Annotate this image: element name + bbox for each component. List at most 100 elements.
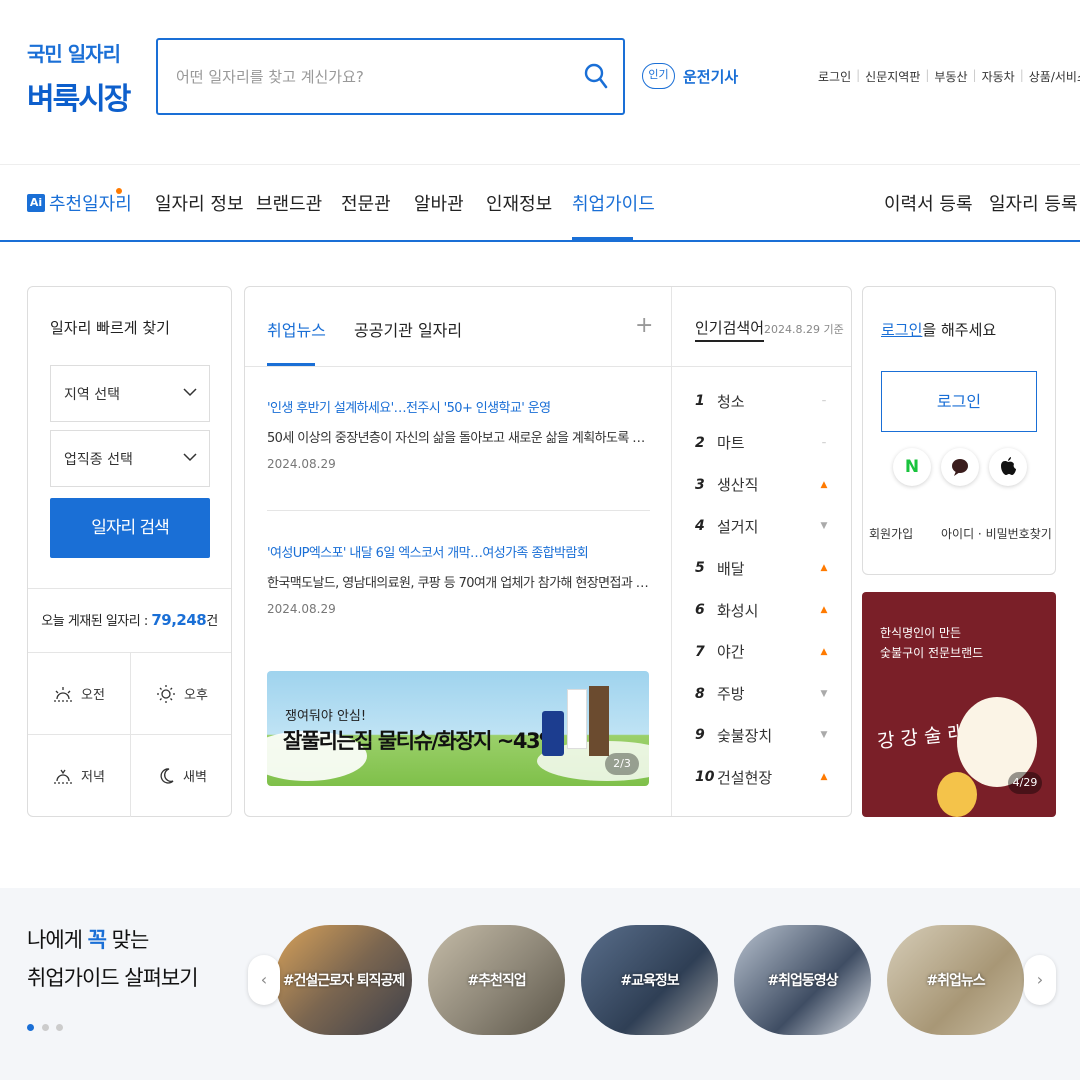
guide-card-news[interactable]: #취업뉴스 [887, 925, 1024, 1035]
time-afternoon[interactable]: 오후 [131, 653, 233, 734]
search-input[interactable] [176, 62, 576, 92]
ranking-item[interactable]: 4 설거지 ▼ [695, 508, 830, 544]
ranking-item[interactable]: 8 주방 ▼ [695, 676, 830, 712]
trend-down-icon: ▼ [820, 688, 828, 699]
guide-card-retirement[interactable]: #건설근로자 퇴직공제 [275, 925, 412, 1035]
ranking-keyword: 청소 [717, 392, 745, 411]
ranking-item[interactable]: 9 숯불장치 ▼ [695, 717, 830, 753]
ranking-item[interactable]: 10 건설현장 ▲ [695, 759, 830, 795]
search-icon [584, 63, 608, 89]
category-select-label: 업직종 선택 [64, 452, 133, 468]
carousel-prev-button[interactable]: ‹ [248, 955, 280, 1005]
news-date: 2024.08.29 [267, 602, 336, 616]
banner-line-1: 쟁여둬야 안심! [285, 709, 367, 724]
sunrise-icon [54, 686, 73, 702]
promo-banner[interactable]: 쟁여둬야 안심! 잘풀리는집 물티슈/화장지 ~43% 2/3 [267, 671, 649, 786]
nav-item-special[interactable]: 전문관 [341, 190, 391, 216]
nav-item-guide[interactable]: 취업가이드 [572, 190, 655, 216]
ranking-keyword: 마트 [717, 434, 745, 453]
time-morning[interactable]: 오전 [28, 653, 130, 734]
time-evening[interactable]: 저녁 [28, 735, 130, 816]
more-news-button[interactable]: + [635, 313, 653, 338]
trend-up-icon: ▲ [820, 772, 828, 783]
product-pack [542, 711, 564, 756]
mascot-small [937, 772, 977, 817]
ranking-number: 7 [695, 643, 705, 660]
top-link-newspaper[interactable]: 신문지역판 [865, 68, 920, 85]
nav-resume-register[interactable]: 이력서 등록 [884, 190, 973, 216]
nav-item-talent[interactable]: 인재정보 [486, 190, 552, 216]
ai-badge: Ai [27, 194, 45, 212]
job-search-button[interactable]: 일자리 검색 [50, 498, 210, 558]
trend-same-icon: – [821, 437, 827, 448]
ranking-item[interactable]: 6 화성시 ▲ [695, 592, 830, 628]
top-link-cars[interactable]: 자동차 [982, 68, 1015, 85]
ranking-keyword: 숯불장치 [717, 726, 773, 745]
time-dawn[interactable]: 새벽 [131, 735, 233, 816]
news-title[interactable]: '인생 후반기 설계하세요'…전주시 '50+ 인생학교' 운영 [267, 397, 650, 416]
top-link-realestate[interactable]: 부동산 [934, 68, 967, 85]
guide-card-recommended-job[interactable]: #추천직업 [428, 925, 565, 1035]
new-dot [116, 188, 122, 194]
ranking-date: 2024.8.29 기준 [764, 323, 844, 336]
ranking-number: 5 [695, 560, 705, 577]
guide-card-video[interactable]: #취업동영상 [734, 925, 871, 1035]
region-select[interactable]: 지역 선택 [50, 365, 210, 422]
category-select[interactable]: 업직종 선택 [50, 430, 210, 487]
ranking-number: 3 [695, 476, 705, 493]
ranking-item[interactable]: 5 배달 ▲ [695, 550, 830, 586]
top-link-login[interactable]: 로그인 [818, 68, 851, 85]
banner-line-2: 잘풀리는집 물티슈/화장지 ~43% [283, 729, 560, 753]
ad-line-2: 숯불구이 전문브랜드 [880, 646, 984, 660]
ranking-keyword: 건설현장 [717, 768, 773, 787]
sunset-icon [54, 769, 73, 784]
time-afternoon-label: 오후 [184, 688, 208, 703]
today-count-unit: 건 [206, 614, 218, 629]
guide-title-line-2: 취업가이드 살펴보기 [27, 966, 199, 990]
ad-banner[interactable]: 한식명인이 만든 숯불구이 전문브랜드 강강술래 4/29 [862, 592, 1056, 817]
tab-public-jobs[interactable]: 공공기관 일자리 [354, 317, 462, 341]
ranking-item[interactable]: 1 청소 – [695, 383, 830, 419]
signup-link[interactable]: 회원가입 [869, 525, 913, 542]
find-account-link[interactable]: 아이디 · 비밀번호찾기 [941, 525, 1052, 542]
kakao-icon[interactable] [941, 448, 979, 486]
popular-keyword[interactable]: 운전기사 [683, 66, 738, 87]
nav-item-brand[interactable]: 브랜드관 [256, 190, 322, 216]
nav-item-alba[interactable]: 알바관 [414, 190, 464, 216]
ranking-item[interactable]: 7 야간 ▲ [695, 634, 830, 670]
ranking-number: 9 [695, 727, 705, 744]
naver-icon[interactable]: N [893, 448, 931, 486]
top-links: 로그인| 신문지역판| 부동산| 자동차| 상품/서비스 [818, 68, 1080, 85]
guide-card-education[interactable]: #교육정보 [581, 925, 718, 1035]
carousel-next-button[interactable]: › [1024, 955, 1056, 1005]
chevron-down-icon [183, 453, 197, 462]
logo-line-1[interactable]: 국민 일자리 [27, 38, 121, 67]
apple-icon[interactable] [989, 448, 1027, 486]
top-link-services[interactable]: 상품/서비스 [1029, 68, 1080, 85]
news-item[interactable]: '인생 후반기 설계하세요'…전주시 '50+ 인생학교' 운영 50세 이상의… [267, 397, 650, 471]
guide-title-highlight: 꼭 [87, 928, 107, 952]
carousel-dot-active[interactable] [27, 1024, 34, 1031]
nav-bottom-line [0, 240, 1080, 242]
carousel-dot[interactable] [42, 1024, 49, 1031]
trend-up-icon: ▲ [820, 479, 828, 490]
login-prompt-text: 을 해주세요 [922, 321, 997, 339]
login-prompt-link[interactable]: 로그인 [881, 321, 922, 339]
trend-down-icon: ▼ [820, 521, 828, 532]
nav-job-register[interactable]: 일자리 등록 [989, 190, 1078, 216]
news-item[interactable]: '여성UP엑스포' 내달 6일 엑스코서 개막…여성가족 종합박람회 한국맥도날… [267, 542, 650, 616]
news-title[interactable]: '여성UP엑스포' 내달 6일 엑스코서 개막…여성가족 종합박람회 [267, 542, 650, 561]
ranking-number: 4 [695, 518, 705, 535]
nav-item-job-info[interactable]: 일자리 정보 [155, 190, 244, 216]
logo-line-2[interactable]: 벼룩시장 [27, 74, 131, 118]
login-panel: 로그인을 해주세요 로그인 N 회원가입 아이디 · 비밀번호찾기 [862, 286, 1056, 575]
ranking-number: 8 [695, 685, 705, 702]
ranking-item[interactable]: 3 생산직 ▲ [695, 467, 830, 503]
carousel-dot[interactable] [56, 1024, 63, 1031]
time-morning-label: 오전 [81, 688, 105, 703]
ranking-item[interactable]: 2 마트 – [695, 425, 830, 461]
search-button[interactable] [581, 62, 611, 92]
quick-find-panel: 일자리 빠르게 찾기 지역 선택 업직종 선택 일자리 검색 오늘 게재된 일자… [27, 286, 232, 817]
login-button[interactable]: 로그인 [881, 371, 1037, 432]
tab-job-news[interactable]: 취업뉴스 [267, 317, 326, 341]
